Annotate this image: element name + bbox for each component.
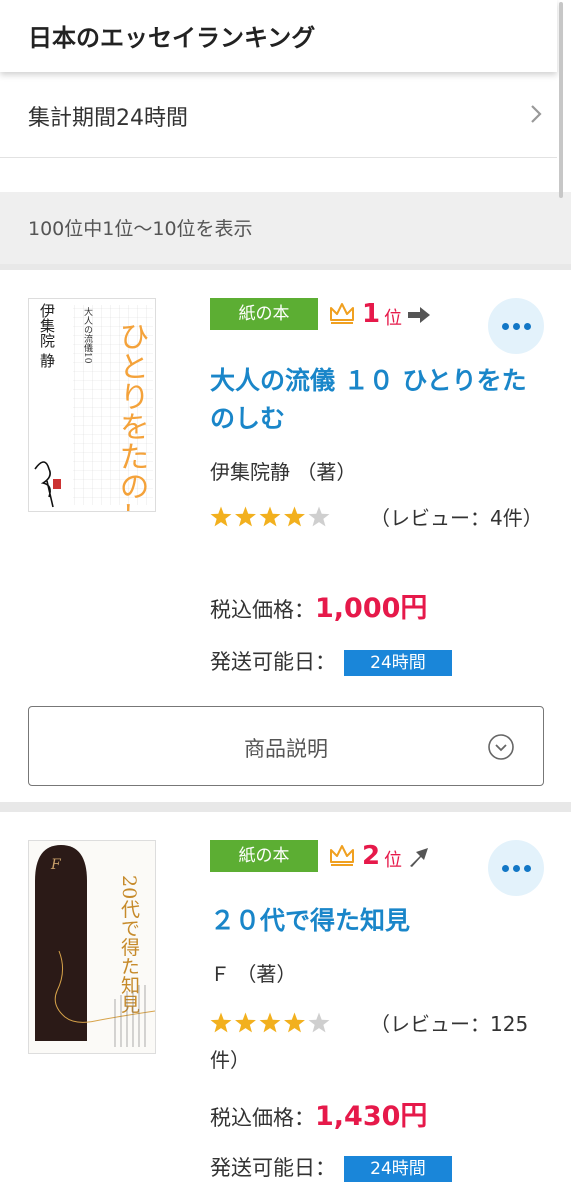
app-header: 日本のエッセイランキング (0, 0, 557, 72)
shipping-badge: 24時間 (344, 1156, 452, 1182)
book-cover[interactable]: ひとりをたのしむ 大人の流儀10 伊集院 静 (28, 298, 156, 512)
cover-main-title: ひとりをたのしむ (114, 321, 149, 512)
arrow-right-icon (408, 307, 430, 323)
price-value: 1,000円 (315, 593, 428, 624)
book-cover[interactable]: F 20代で得た知見 (28, 840, 156, 1054)
page-title: 日本のエッセイランキング (28, 24, 316, 52)
book-title-link[interactable]: ２０代で得た知見 (210, 902, 550, 940)
cover-author: 伊集院 静 (38, 303, 56, 368)
cover-art: F 20代で得た知見 (29, 841, 155, 1053)
result-count-bar: 100位中1位〜10位を表示 (0, 192, 571, 264)
price-label: 税込価格： (210, 1106, 315, 1130)
chevron-down-circle-icon (488, 734, 514, 760)
ranking-item: F 20代で得た知見 紙の本 2 位 ２０代で得た知見 Ｆ （著） （レビュー：… (0, 812, 571, 1200)
shipping-badge: 24時間 (344, 650, 452, 676)
dot (513, 323, 520, 330)
dot (513, 865, 520, 872)
scrollbar-thumb[interactable] (559, 2, 563, 198)
rank-number: 1 (362, 299, 381, 329)
cover-title: 20代で得た知見 (118, 875, 140, 1013)
product-description-button[interactable]: 商品説明 (28, 706, 544, 786)
more-options-button[interactable] (488, 840, 544, 896)
period-label: 集計期間24時間 (28, 106, 188, 131)
book-author[interactable]: Ｆ （著） (210, 958, 296, 987)
book-title-link[interactable]: 大人の流儀 １０ ひとりをたのしむ (210, 362, 550, 438)
scrollbar[interactable] (558, 0, 566, 200)
arrow-up-right-icon (410, 848, 428, 867)
chevron-right-icon (531, 105, 542, 123)
price-row: 税込価格：1,000円 (210, 586, 427, 625)
cover-art: ひとりをたのしむ 大人の流儀10 伊集院 静 (29, 299, 155, 512)
dot (524, 323, 531, 330)
spacer (0, 158, 557, 192)
shipping-row: 発送可能日： 24時間 (210, 1152, 452, 1182)
result-count-text: 100位中1位〜10位を表示 (28, 218, 253, 240)
shipping-label: 発送可能日： (210, 650, 336, 674)
cover-series: 大人の流儀10 (82, 306, 93, 364)
paper-book-badge: 紙の本 (210, 298, 318, 330)
crown-icon (330, 845, 354, 866)
shipping-label: 発送可能日： (210, 1156, 336, 1180)
divider (0, 802, 571, 812)
paper-book-badge: 紙の本 (210, 840, 318, 872)
price-label: 税込価格： (210, 598, 315, 622)
crown-icon (330, 303, 354, 324)
rank-number: 2 (362, 841, 381, 871)
cover-letter: F (50, 857, 62, 873)
description-label: 商品説明 (244, 737, 328, 761)
book-author[interactable]: 伊集院静 （著） (210, 456, 356, 485)
price-value: 1,430円 (315, 1101, 428, 1132)
price-row: 税込価格：1,430円 (210, 1094, 427, 1133)
rank-suffix: 位 (384, 308, 402, 329)
period-selector[interactable]: 集計期間24時間 (0, 72, 557, 158)
ranking-item: ひとりをたのしむ 大人の流儀10 伊集院 静 紙の本 1 位 大人の流儀 １０ … (0, 270, 571, 802)
dot (502, 865, 509, 872)
review-count[interactable]: （レビュー：125件） (210, 1006, 540, 1078)
dot (524, 865, 531, 872)
more-options-button[interactable] (488, 298, 544, 354)
review-count[interactable]: （レビュー：4件） (210, 500, 543, 536)
dot (502, 323, 509, 330)
shipping-row: 発送可能日： 24時間 (210, 646, 452, 676)
rank-suffix: 位 (384, 850, 402, 871)
